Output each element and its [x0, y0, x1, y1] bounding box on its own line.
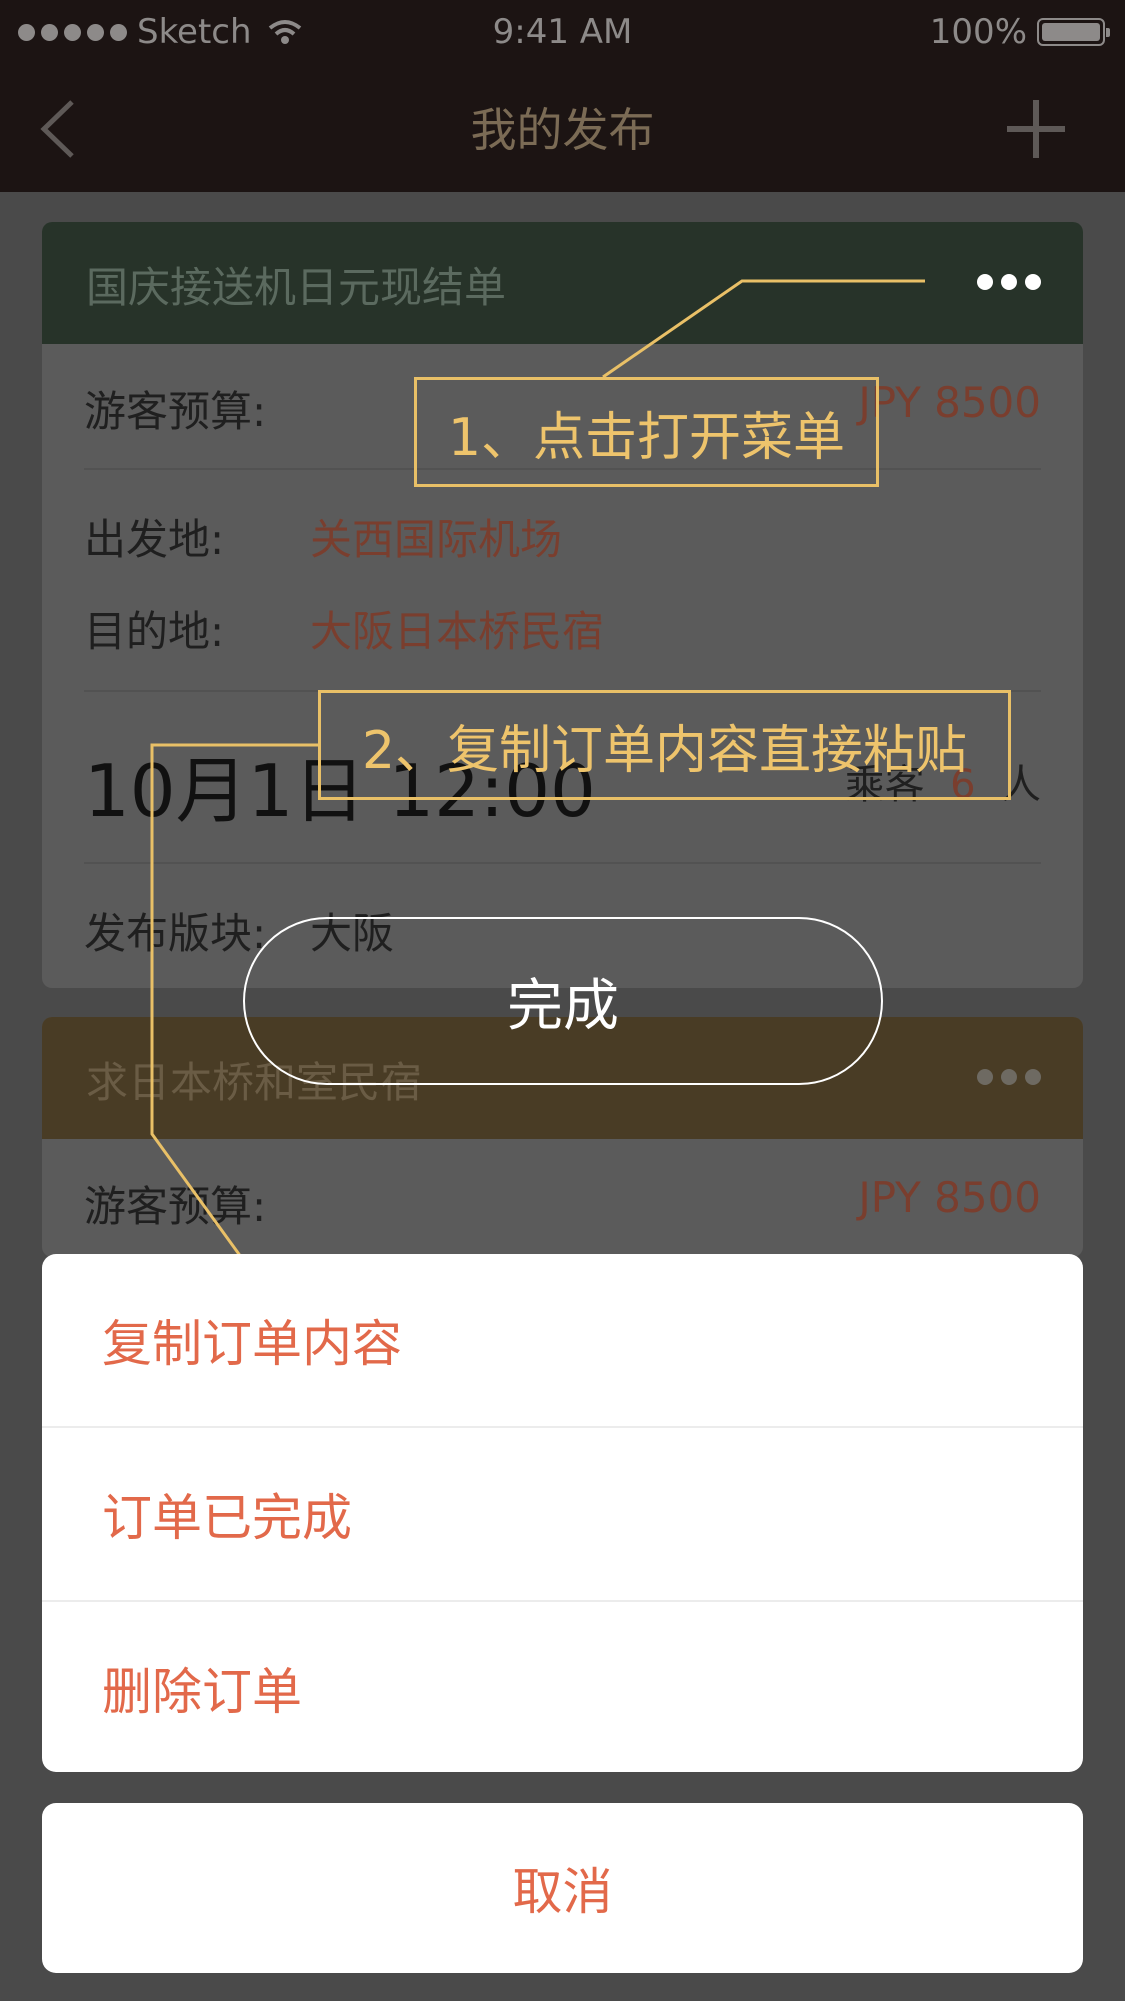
- annotation-step1: 1、点击打开菜单: [414, 377, 879, 487]
- annotation-step2: 2、复制订单内容直接粘贴: [318, 690, 1011, 800]
- done-button[interactable]: 完成: [243, 917, 883, 1085]
- leader-line-step1: [602, 279, 925, 379]
- order-complete-button[interactable]: 订单已完成: [42, 1428, 1083, 1600]
- cancel-button[interactable]: 取消: [42, 1803, 1083, 1973]
- delete-order-button[interactable]: 删除订单: [42, 1602, 1083, 1772]
- action-sheet: 复制订单内容 订单已完成 删除订单: [42, 1254, 1083, 1772]
- copy-order-button[interactable]: 复制订单内容: [42, 1254, 1083, 1426]
